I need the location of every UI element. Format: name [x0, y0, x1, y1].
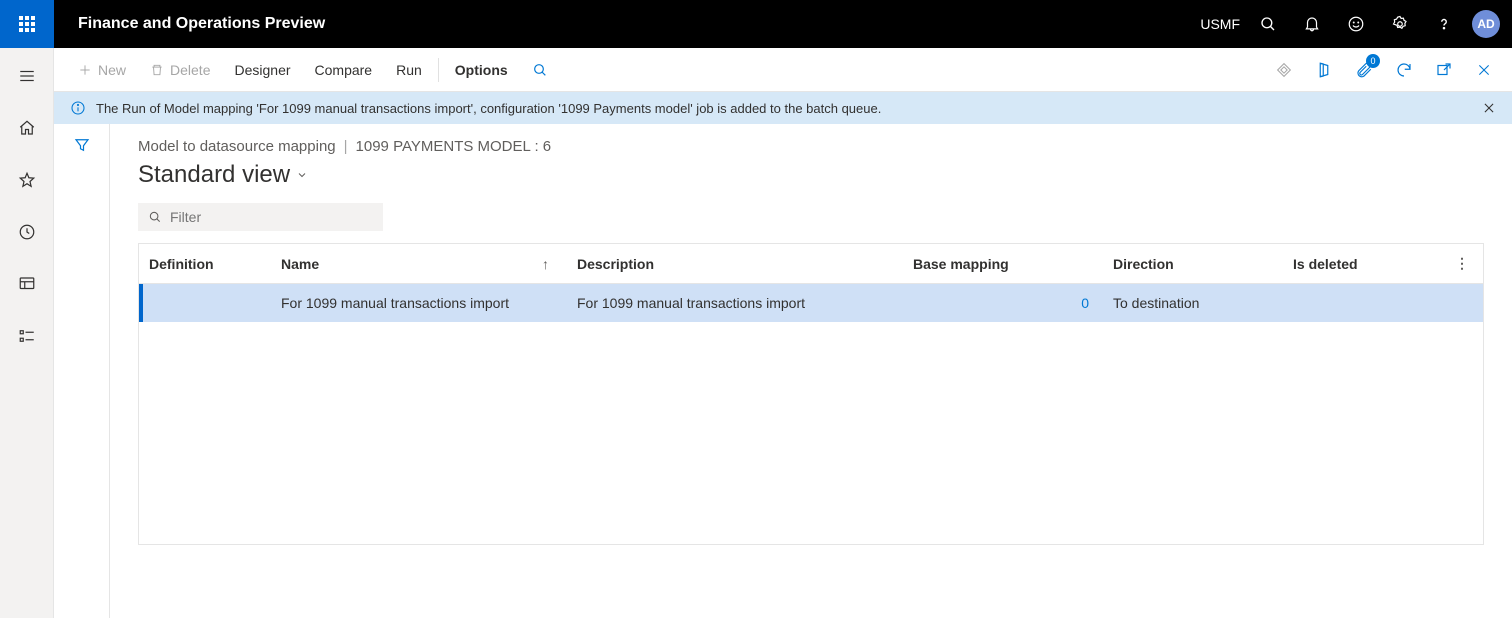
related-info-button[interactable]: [1268, 54, 1300, 86]
filter-rail: [54, 124, 110, 618]
col-deleted[interactable]: Is deleted: [1283, 256, 1433, 272]
settings-button[interactable]: [1380, 0, 1420, 48]
view-title-text: Standard view: [138, 161, 290, 189]
app-title: Finance and Operations Preview: [54, 15, 349, 33]
chevron-down-icon: [296, 169, 308, 181]
workspace-icon: [18, 275, 36, 293]
compare-button[interactable]: Compare: [303, 56, 385, 84]
filter-input[interactable]: [170, 209, 373, 225]
search-button[interactable]: [1248, 0, 1288, 48]
nav-favorites[interactable]: [7, 164, 47, 196]
clock-icon: [18, 223, 36, 241]
page-content: Model to datasource mapping | 1099 PAYME…: [110, 124, 1512, 618]
filter-pane-button[interactable]: [73, 136, 91, 618]
view-selector[interactable]: Standard view: [138, 161, 1484, 189]
breadcrumb-current: 1099 PAYMENTS MODEL : 6: [356, 138, 552, 155]
new-button[interactable]: New: [66, 56, 138, 84]
action-separator: [438, 58, 439, 82]
nav-home[interactable]: [7, 112, 47, 144]
action-bar: New Delete Designer Compare Run Options: [54, 48, 1512, 92]
hamburger-icon: [18, 67, 36, 85]
nav-recent[interactable]: [7, 216, 47, 248]
nav-expand-button[interactable]: [7, 60, 47, 92]
gear-icon: [1391, 15, 1409, 33]
run-button[interactable]: Run: [384, 56, 434, 84]
feedback-button[interactable]: [1336, 0, 1376, 48]
grid-header: Definition Name ↑ Description Base mappi…: [139, 244, 1483, 284]
breadcrumb-separator: |: [344, 138, 348, 155]
office-button[interactable]: [1308, 54, 1340, 86]
app-launcher[interactable]: [0, 0, 54, 48]
col-name[interactable]: Name ↑: [271, 256, 567, 272]
info-message: The Run of Model mapping 'For 1099 manua…: [96, 101, 881, 116]
close-button[interactable]: [1468, 54, 1500, 86]
help-button[interactable]: [1424, 0, 1464, 48]
left-nav-rail: [0, 48, 54, 618]
filter-input-wrapper[interactable]: [138, 203, 383, 231]
col-definition[interactable]: Definition: [139, 256, 271, 272]
diamond-icon: [1275, 61, 1293, 79]
waffle-icon: [19, 16, 35, 32]
search-icon: [1259, 15, 1277, 33]
company-label[interactable]: USMF: [1200, 16, 1240, 32]
col-description[interactable]: Description: [567, 256, 903, 272]
grid-more-button[interactable]: ⋮: [1451, 255, 1483, 272]
star-icon: [18, 171, 36, 189]
grid-body: For 1099 manual transactions import For …: [139, 284, 1483, 544]
designer-button[interactable]: Designer: [222, 56, 302, 84]
info-banner: The Run of Model mapping 'For 1099 manua…: [54, 92, 1512, 124]
avatar[interactable]: AD: [1472, 10, 1500, 38]
search-icon: [532, 62, 548, 78]
bell-icon: [1303, 15, 1321, 33]
plus-icon: [78, 63, 92, 77]
breadcrumb: Model to datasource mapping | 1099 PAYME…: [138, 138, 1484, 155]
cell-direction: To destination: [1103, 295, 1283, 311]
office-icon: [1315, 61, 1333, 79]
data-grid: Definition Name ↑ Description Base mappi…: [138, 243, 1484, 545]
modules-icon: [18, 327, 36, 345]
top-right-controls: USMF AD: [1200, 0, 1512, 48]
col-direction[interactable]: Direction: [1103, 256, 1283, 272]
notifications-button[interactable]: [1292, 0, 1332, 48]
home-icon: [18, 119, 36, 137]
cell-base: 0: [903, 295, 1103, 311]
top-header: Finance and Operations Preview USMF AD: [0, 0, 1512, 48]
popout-icon: [1435, 61, 1453, 79]
col-base[interactable]: Base mapping: [903, 256, 1103, 272]
cell-name: For 1099 manual transactions import: [271, 295, 567, 311]
help-icon: [1435, 15, 1453, 33]
popout-button[interactable]: [1428, 54, 1460, 86]
funnel-icon: [73, 136, 91, 154]
nav-modules[interactable]: [7, 320, 47, 352]
table-row[interactable]: For 1099 manual transactions import For …: [139, 284, 1483, 322]
sort-asc-icon: ↑: [542, 256, 557, 272]
breadcrumb-root[interactable]: Model to datasource mapping: [138, 138, 336, 155]
attachments-button[interactable]: 0: [1348, 54, 1380, 86]
options-button[interactable]: Options: [443, 56, 520, 84]
info-icon: [70, 100, 86, 116]
nav-workspaces[interactable]: [7, 268, 47, 300]
close-icon: [1476, 62, 1492, 78]
attachments-count: 0: [1366, 54, 1380, 68]
smiley-icon: [1347, 15, 1365, 33]
refresh-icon: [1395, 61, 1413, 79]
action-search-button[interactable]: [520, 56, 560, 84]
refresh-button[interactable]: [1388, 54, 1420, 86]
cell-description: For 1099 manual transactions import: [567, 295, 903, 311]
trash-icon: [150, 63, 164, 77]
delete-button[interactable]: Delete: [138, 56, 222, 84]
delete-label: Delete: [170, 62, 210, 78]
banner-close-button[interactable]: [1482, 101, 1496, 115]
new-label: New: [98, 62, 126, 78]
search-icon: [148, 210, 162, 224]
